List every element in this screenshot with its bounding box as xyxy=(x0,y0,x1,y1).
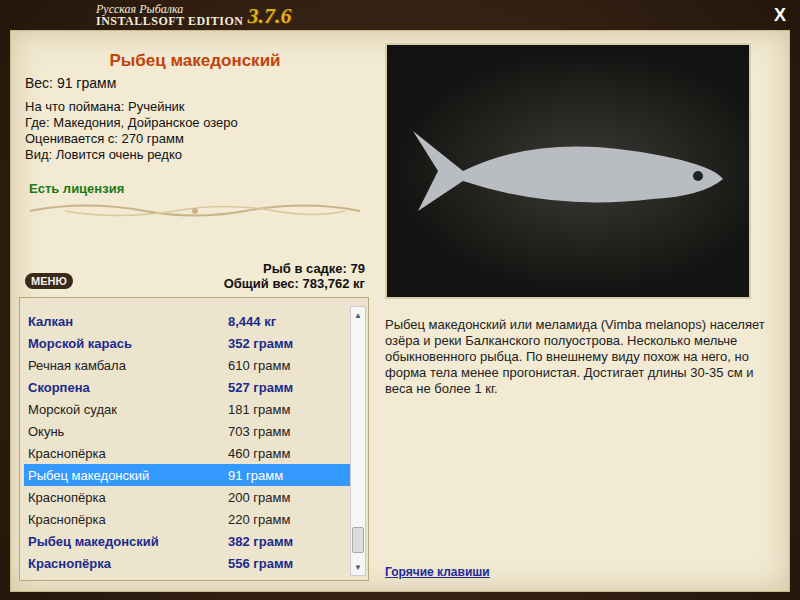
info-footer: МЕНЮ Рыб в садке: 79Общий вес: 783,762 кг xyxy=(25,261,365,291)
fish-icon xyxy=(403,101,733,241)
row-weight: 220 грамм xyxy=(228,512,346,527)
row-weight: 556 грамм xyxy=(228,556,346,571)
game-screen: Русская РыбалкаINSTALLSOFT EDITION3.7.6X… xyxy=(0,0,800,600)
keepnet-summary: Рыб в садке: 79Общий вес: 783,762 кг xyxy=(224,261,365,291)
row-name: Калкан xyxy=(28,314,228,329)
row-name: Краснопёрка xyxy=(28,490,228,505)
catch-row[interactable]: Калкан8,444 кг xyxy=(24,310,350,332)
catch-row[interactable]: Морской судак181 грамм xyxy=(24,398,350,420)
scroll-down-button[interactable]: ▼ xyxy=(351,559,365,575)
fish-weight: Вес: 91 грамм xyxy=(25,75,365,91)
fish-count: Рыб в садке: 79 xyxy=(263,261,365,276)
row-name: Краснопёрка xyxy=(28,446,228,461)
total-weight: Общий вес: 783,762 кг xyxy=(224,276,365,291)
row-name: Краснопёрка xyxy=(28,556,228,571)
row-name: Морской карась xyxy=(28,336,228,351)
fish-info: Рыбец македонский Вес: 91 грамм На что пой… xyxy=(19,41,369,291)
row-weight: 8,444 кг xyxy=(228,314,346,329)
fish-photo xyxy=(385,43,751,299)
detail-line: На что поймана: Ручейник xyxy=(25,99,365,115)
row-name: Краснопёрка xyxy=(28,512,228,527)
right-column: Рыбец македонский или меламида (Vimba me… xyxy=(385,41,775,581)
row-weight: 382 грамм xyxy=(228,534,346,549)
catch-row[interactable]: Краснопёрка460 грамм xyxy=(24,442,350,464)
row-weight: 527 грамм xyxy=(228,380,346,395)
license-status: Есть лицензия xyxy=(29,181,365,196)
logo-text: Русская РыбалкаINSTALLSOFT EDITION xyxy=(96,3,243,27)
catch-list: Калкан8,444 кгМорской карась352 граммРеч… xyxy=(19,297,369,581)
parchment-panel: Рыбец македонский Вес: 91 грамм На что пой… xyxy=(10,30,790,592)
menu-button[interactable]: МЕНЮ xyxy=(25,273,73,289)
row-name: Скорпена xyxy=(28,380,228,395)
list-scrollbar[interactable]: ▲▼ xyxy=(350,306,366,576)
game-logo: Русская РыбалкаINSTALLSOFT EDITION3.7.6 xyxy=(96,3,291,27)
close-button[interactable]: X xyxy=(770,5,790,26)
catch-row[interactable]: Краснопёрка220 грамм xyxy=(24,508,350,530)
hotkeys-link[interactable]: Горячие клавиши xyxy=(385,565,775,579)
catch-row[interactable]: Краснопёрка556 грамм xyxy=(24,552,350,574)
row-name: Рыбец македонский xyxy=(28,468,228,483)
title-bar: Русская РыбалкаINSTALLSOFT EDITION3.7.6X xyxy=(0,0,800,30)
row-weight: 460 грамм xyxy=(228,446,346,461)
row-weight: 703 грамм xyxy=(228,424,346,439)
fish-description: Рыбец македонский или меламида (Vimba me… xyxy=(385,317,775,397)
logo-edition: INSTALLSOFT EDITION xyxy=(96,15,243,27)
row-name: Окунь xyxy=(28,424,228,439)
row-name: Речная камбала xyxy=(28,358,228,373)
catch-row[interactable]: Окунь703 грамм xyxy=(24,420,350,442)
scroll-thumb[interactable] xyxy=(352,527,364,553)
detail-line: Оценивается с: 270 грамм xyxy=(25,131,365,147)
left-column: Рыбец македонский Вес: 91 грамм На что пой… xyxy=(19,41,369,581)
detail-line: Где: Македония, Дойранское озеро xyxy=(25,115,365,131)
row-weight: 200 грамм xyxy=(228,490,346,505)
fish-details: На что поймана: РучейникГде: Македония, … xyxy=(25,99,365,163)
fish-name: Рыбец македонский xyxy=(25,51,365,71)
row-weight: 91 грамм xyxy=(228,468,346,483)
catch-row[interactable]: Рыбец македонский382 грамм xyxy=(24,530,350,552)
row-weight: 610 грамм xyxy=(228,358,346,373)
ornament-icon xyxy=(25,198,365,224)
row-name: Морской судак xyxy=(28,402,228,417)
catch-row[interactable]: Морской карась352 грамм xyxy=(24,332,350,354)
row-weight: 181 грамм xyxy=(228,402,346,417)
catch-rows: Калкан8,444 кгМорской карась352 граммРеч… xyxy=(24,306,350,576)
scroll-up-button[interactable]: ▲ xyxy=(351,307,365,323)
row-weight: 352 грамм xyxy=(228,336,346,351)
catch-row[interactable]: Речная камбала610 грамм xyxy=(24,354,350,376)
logo-version: 3.7.6 xyxy=(247,5,291,27)
scroll-track[interactable] xyxy=(351,323,365,559)
logo-title: Русская Рыбалка xyxy=(96,3,243,15)
catch-row[interactable]: Краснопёрка200 грамм xyxy=(24,486,350,508)
row-name: Рыбец македонский xyxy=(28,534,228,549)
detail-line: Вид: Ловится очень редко xyxy=(25,147,365,163)
catch-row[interactable]: Скорпена527 грамм xyxy=(24,376,350,398)
catch-row[interactable]: Рыбец македонский91 грамм xyxy=(24,464,350,486)
